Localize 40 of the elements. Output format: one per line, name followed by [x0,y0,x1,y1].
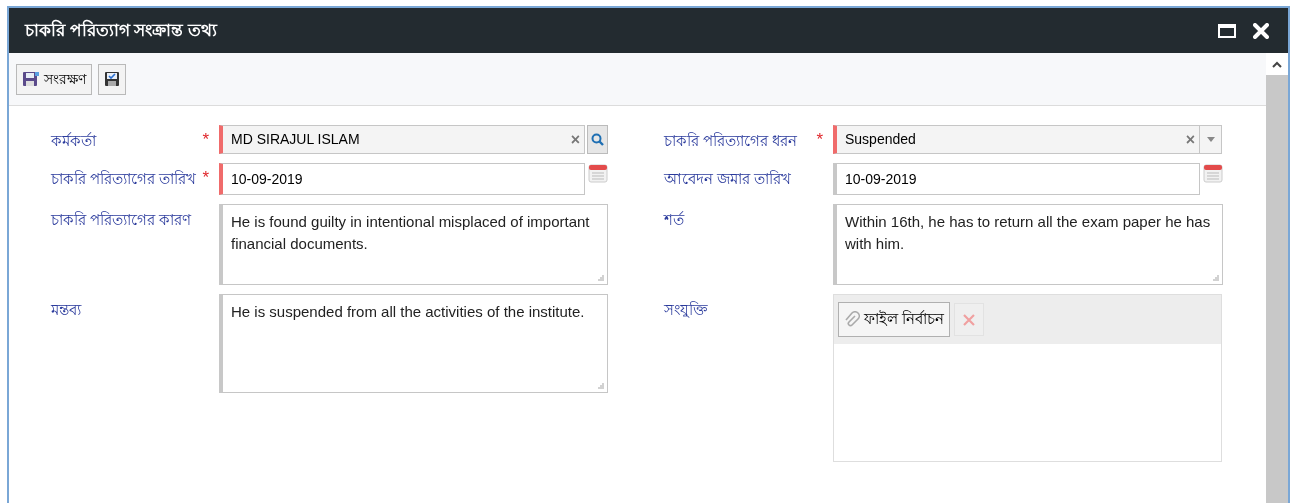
window-title: চাকরি পরিত্যাগ সংক্রান্ত তথ্য [25,18,219,42]
save-button[interactable]: সংরক্ষণ [16,63,92,95]
clear-button[interactable]: × [566,127,584,152]
save-check-icon [104,71,120,87]
required-asterisk: * [202,167,209,189]
save-close-button[interactable] [98,63,126,95]
field-label: চাকরি পরিত্যাগের ধরন [664,132,798,149]
lookup-field[interactable]: MD SIRAJUL ISLAM × [219,125,585,154]
dropdown-field[interactable]: Suspended × [833,125,1222,154]
dropdown-arrow-icon[interactable] [1206,137,1215,142]
required-asterisk: * [202,129,209,151]
scroll-up-icon[interactable] [1272,60,1282,68]
resize-grip-icon[interactable] [1212,274,1219,281]
file-select-button[interactable]: ফাইল নির্বাচন [838,302,951,337]
remove-icon [962,312,977,327]
field-label: চাকরি পরিত্যাগের তারিখ [51,170,197,187]
close-icon [1253,22,1269,39]
calendar-icon[interactable] [587,163,608,183]
field-label: আবেদন জমার তারিখ [664,170,792,187]
date-field[interactable]: 10-09-2019 [219,163,585,195]
date-field[interactable]: 10-09-2019 [833,163,1200,195]
clear-button[interactable]: × [1181,127,1199,152]
text-area[interactable]: He is found guilty in intentional misplaced of important financial documents. [219,204,608,285]
text-area[interactable]: Within 16th, he has to return all the exam paper he has with him. [833,204,1223,285]
calendar-icon[interactable] [1202,163,1223,183]
resize-grip-icon[interactable] [597,382,604,389]
field-label: কর্মকর্তা [51,132,96,149]
field-label: চাকরি পরিত্যাগের কারণ [51,211,192,228]
resize-grip-icon[interactable] [597,274,604,281]
required-asterisk: * [816,129,823,151]
maximize-icon [1218,23,1236,38]
field-label: মন্তব্য [51,301,81,318]
scrollbar[interactable] [1266,53,1288,503]
save-icon [22,70,40,88]
text-area[interactable]: He is suspended from all the activities of the institute. [219,294,608,393]
paperclip-icon [844,310,860,329]
field-label: সংযুক্তি [664,301,708,318]
field-label: শর্ত [664,211,684,228]
search-button[interactable] [587,125,608,154]
search-icon [591,133,604,146]
